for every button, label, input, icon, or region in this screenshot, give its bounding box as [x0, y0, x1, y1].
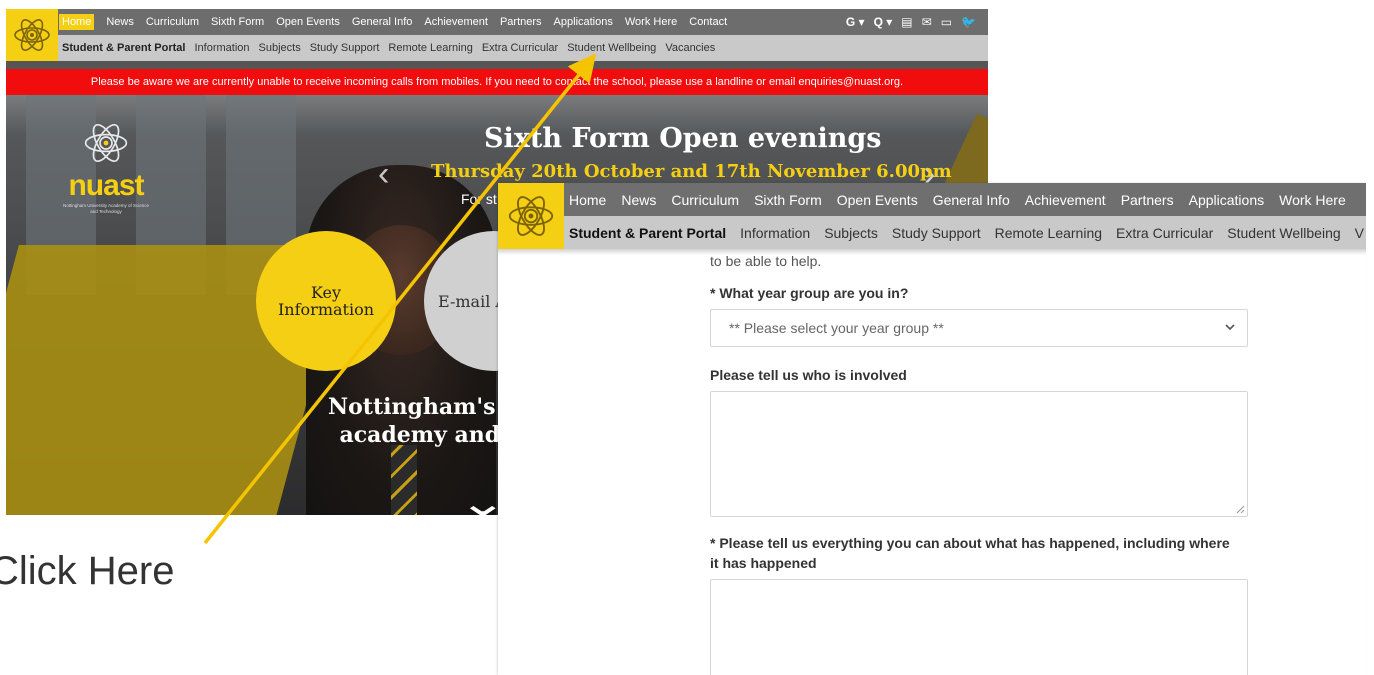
search-icon[interactable]: Q ▾ — [874, 15, 893, 29]
nav-item-home[interactable]: Home — [569, 192, 606, 208]
sub-nav: Student & Parent Portal Information Subjec… — [564, 216, 1366, 249]
who-involved-textarea[interactable] — [710, 391, 1248, 517]
hero-tagline-line: academy and — [339, 422, 501, 448]
click-here-annotation: Click Here — [0, 549, 175, 593]
nav-item-applications[interactable]: Applications — [554, 16, 613, 28]
logo-subtitle: Nottingham University Academy of Science… — [62, 203, 150, 214]
key-info-label: Key — [310, 283, 342, 302]
mail-icon[interactable]: ✉ — [922, 15, 932, 29]
nav-item-applications[interactable]: Applications — [1189, 192, 1265, 208]
resize-handle-icon[interactable] — [1236, 505, 1245, 514]
what-happened-label-line: it has happened — [710, 555, 817, 571]
nav-item-achievement[interactable]: Achievement — [424, 16, 488, 28]
subnav-item-information[interactable]: Information — [194, 42, 249, 54]
subnav-item-remote-learning[interactable]: Remote Learning — [995, 225, 1102, 241]
subnav-item-student-wellbeing[interactable]: Student Wellbeing — [567, 42, 656, 54]
nav-item-achievement[interactable]: Achievement — [1025, 192, 1106, 208]
year-group-label: * What year group are you in? — [710, 285, 909, 301]
nav-item-general-info[interactable]: General Info — [352, 16, 413, 28]
hero-subtitle: Thursday 20th October and 17th November … — [431, 161, 952, 182]
atom-logo-icon — [508, 196, 554, 236]
nav-item-news[interactable]: News — [106, 16, 134, 28]
atom-logo-icon — [14, 19, 50, 51]
hero-tagline-line: Nottingham's l — [328, 394, 512, 420]
logo-wordmark: nuast — [68, 169, 144, 202]
main-nav: Home News Curriculum Sixth Form Open Events G… — [564, 183, 1366, 216]
email-label: E-mail A — [438, 291, 507, 311]
nav-item-work-here[interactable]: Work Here — [1279, 192, 1346, 208]
nav-item-work-here[interactable]: Work Here — [625, 16, 677, 28]
nav-item-news[interactable]: News — [621, 192, 656, 208]
nav-item-partners[interactable]: Partners — [1121, 192, 1174, 208]
sub-nav: Student & Parent Portal Information Subjec… — [58, 35, 988, 61]
nuast-logo: nuast Nottingham University Academy of S… — [61, 119, 151, 219]
nav-item-open-events[interactable]: Open Events — [837, 192, 918, 208]
subnav-item-student-wellbeing[interactable]: Student Wellbeing — [1227, 225, 1340, 241]
key-information-button[interactable]: Key Information — [256, 231, 396, 371]
subnav-item-extra-curricular[interactable]: Extra Curricular — [1116, 225, 1213, 241]
monitor-icon[interactable]: ▭ — [941, 15, 952, 29]
calendar-icon[interactable]: ▤ — [901, 15, 912, 29]
form-screenshot: Home News Curriculum Sixth Form Open Events G… — [498, 183, 1366, 675]
subnav-item-v[interactable]: V — [1355, 225, 1364, 241]
carousel-prev-icon[interactable]: ‹ — [378, 155, 389, 194]
hero-tagline: Nottingham's l academy and — [328, 393, 512, 449]
what-happened-label-line: * Please tell us everything you can abou… — [710, 535, 1230, 551]
google-translate-icon[interactable]: G ▾ — [846, 15, 865, 29]
who-involved-label: Please tell us who is involved — [710, 367, 907, 383]
key-info-label: Information — [277, 300, 375, 319]
chevron-down-icon — [1225, 324, 1235, 331]
subnav-item-student-parent-portal[interactable]: Student & Parent Portal — [62, 42, 185, 54]
nav-item-contact[interactable]: Contact — [689, 16, 727, 28]
form-intro-text: to be able to help. — [710, 253, 822, 269]
subnav-item-vacancies[interactable]: Vacancies — [665, 42, 715, 54]
subnav-item-study-support[interactable]: Study Support — [310, 42, 380, 54]
what-happened-textarea[interactable] — [710, 579, 1248, 675]
year-group-select[interactable]: ** Please select your year group ** — [710, 309, 1248, 347]
subnav-item-remote-learning[interactable]: Remote Learning — [388, 42, 472, 54]
nav-item-curriculum[interactable]: Curriculum — [671, 192, 739, 208]
alert-banner: Please be aware we are currently unable … — [6, 61, 988, 95]
twitter-icon[interactable]: 🐦 — [961, 15, 976, 29]
main-nav: Home News Curriculum Sixth Form Open Events G… — [58, 9, 988, 35]
subnav-item-study-support[interactable]: Study Support — [892, 225, 981, 241]
hero-title: Sixth Form Open evenings — [484, 123, 882, 154]
hero-photo-student — [391, 445, 417, 515]
subnav-item-information[interactable]: Information — [740, 225, 810, 241]
nav-item-general-info[interactable]: General Info — [933, 192, 1010, 208]
subnav-item-student-parent-portal[interactable]: Student & Parent Portal — [569, 225, 726, 241]
year-group-placeholder: ** Please select your year group ** — [729, 320, 944, 336]
nav-item-sixth-form[interactable]: Sixth Form — [754, 192, 822, 208]
subnav-item-extra-curricular[interactable]: Extra Curricular — [482, 42, 558, 54]
subnav-item-subjects[interactable]: Subjects — [259, 42, 301, 54]
nav-item-open-events[interactable]: Open Events — [276, 16, 340, 28]
school-logo[interactable] — [498, 183, 564, 249]
hero-small-text: For st — [461, 191, 497, 207]
atom-logo-icon — [84, 124, 128, 162]
nav-item-home[interactable]: Home — [59, 14, 95, 30]
report-form: to be able to help. * What year group ar… — [710, 253, 1250, 675]
header-icons: G ▾ Q ▾ ▤ ✉ ▭ 🐦 — [846, 9, 976, 35]
nav-item-curriculum[interactable]: Curriculum — [146, 16, 199, 28]
school-logo[interactable] — [6, 9, 58, 61]
nav-item-partners[interactable]: Partners — [500, 16, 542, 28]
nav-item-sixth-form[interactable]: Sixth Form — [211, 16, 264, 28]
what-happened-label: * Please tell us everything you can abou… — [710, 533, 1250, 573]
alert-text: Please be aware we are currently unable … — [6, 69, 988, 95]
subnav-item-subjects[interactable]: Subjects — [824, 225, 878, 241]
